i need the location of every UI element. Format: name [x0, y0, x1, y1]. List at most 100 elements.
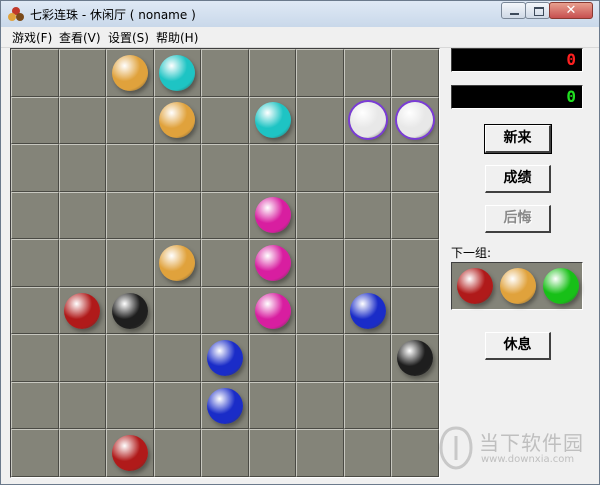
watermark-url: www.downxia.com — [481, 454, 575, 465]
board-cell[interactable] — [391, 144, 439, 192]
board-cell[interactable] — [153, 144, 202, 192]
ball-blue[interactable] — [207, 340, 243, 377]
board-cell[interactable] — [296, 144, 344, 192]
board-cell[interactable] — [201, 286, 249, 335]
board-cell[interactable] — [106, 96, 154, 145]
board-cell[interactable] — [391, 239, 439, 287]
ball-black[interactable] — [111, 292, 148, 329]
board-cell[interactable] — [106, 239, 154, 287]
board-cell[interactable] — [106, 381, 154, 430]
board-cell[interactable] — [343, 49, 392, 97]
board-cell[interactable] — [296, 429, 344, 477]
board-cell[interactable] — [106, 334, 154, 382]
ball-orange[interactable] — [111, 54, 148, 91]
board-cell[interactable] — [58, 49, 107, 97]
ball-red[interactable] — [64, 292, 101, 329]
board-cell[interactable] — [11, 334, 59, 382]
ball-magenta[interactable] — [254, 292, 291, 329]
board-cell[interactable] — [343, 381, 392, 430]
minimize-button[interactable] — [501, 2, 526, 19]
board-cell[interactable] — [11, 286, 59, 335]
undo-button[interactable]: 后悔 — [485, 205, 551, 233]
board-cell[interactable] — [296, 49, 344, 97]
game-board[interactable] — [10, 48, 440, 478]
board-cell[interactable] — [391, 191, 439, 240]
board-cell[interactable] — [296, 96, 344, 145]
board-cell[interactable] — [201, 49, 249, 97]
board-cell[interactable] — [58, 239, 107, 287]
board-cell[interactable] — [391, 429, 439, 477]
board-cell[interactable] — [343, 429, 392, 477]
maximize-button[interactable] — [525, 2, 550, 19]
board-cell[interactable] — [296, 286, 344, 335]
board-cell[interactable] — [248, 429, 297, 477]
board-cell[interactable] — [248, 381, 297, 430]
board-cell[interactable] — [343, 144, 392, 192]
new-game-button[interactable]: 新来 — [484, 124, 552, 154]
watermark-logo-icon — [439, 426, 473, 470]
window-title: 七彩连珠 - 休闲厅 ( noname ) — [30, 8, 196, 22]
ball-magenta[interactable] — [254, 245, 291, 281]
board-cell[interactable] — [343, 239, 392, 287]
board-cell[interactable] — [201, 96, 249, 145]
board-cell[interactable] — [248, 334, 297, 382]
board-cell[interactable] — [153, 381, 202, 430]
board-cell[interactable] — [296, 191, 344, 240]
high-score-display: 0 — [451, 48, 583, 72]
board-cell[interactable] — [391, 286, 439, 335]
board-cell[interactable] — [11, 49, 59, 97]
board-cell[interactable] — [153, 429, 202, 477]
board-cell[interactable] — [248, 49, 297, 97]
side-panel: 0 0 新来 成绩 后悔 下一组: 休息 — [446, 48, 591, 476]
board-cell[interactable] — [11, 144, 59, 192]
board-cell[interactable] — [153, 191, 202, 240]
board-cell[interactable] — [201, 144, 249, 192]
board-cell[interactable] — [296, 239, 344, 287]
board-cell[interactable] — [391, 381, 439, 430]
next-group-preview — [451, 262, 583, 310]
board-cell[interactable] — [391, 49, 439, 97]
board-cell[interactable] — [11, 429, 59, 477]
board-cell[interactable] — [153, 334, 202, 382]
board-cell[interactable] — [296, 334, 344, 382]
board-cell[interactable] — [343, 191, 392, 240]
menu-help[interactable]: 帮助(H) — [156, 29, 198, 46]
close-button[interactable]: ✕ — [549, 2, 593, 19]
score-button[interactable]: 成绩 — [485, 165, 551, 193]
ball-cyan[interactable] — [254, 102, 291, 139]
ball-blue[interactable] — [207, 387, 243, 424]
menu-game[interactable]: 游戏(F) — [12, 29, 52, 46]
board-cell[interactable] — [58, 144, 107, 192]
board-cell[interactable] — [11, 191, 59, 240]
ball-magenta[interactable] — [254, 197, 291, 234]
ball-cyan[interactable] — [159, 54, 196, 91]
menu-view[interactable]: 查看(V) — [59, 29, 101, 46]
next-ball-orange — [500, 268, 536, 304]
menu-settings[interactable]: 设置(S) — [108, 29, 149, 46]
board-cell[interactable] — [58, 96, 107, 145]
board-cell[interactable] — [11, 96, 59, 145]
board-cell[interactable] — [296, 381, 344, 430]
board-cell[interactable] — [201, 191, 249, 240]
board-cell[interactable] — [11, 239, 59, 287]
rest-button[interactable]: 休息 — [485, 332, 551, 360]
board-cell[interactable] — [201, 429, 249, 477]
title-bar[interactable]: 七彩连珠 - 休闲厅 ( noname ) ✕ — [1, 1, 599, 27]
ball-red[interactable] — [111, 435, 148, 472]
board-cell[interactable] — [248, 144, 297, 192]
board-cell[interactable] — [343, 334, 392, 382]
board-cell[interactable] — [58, 381, 107, 430]
ball-white[interactable] — [349, 102, 386, 139]
app-icon — [8, 7, 24, 21]
board-cell[interactable] — [58, 334, 107, 382]
board-cell[interactable] — [58, 191, 107, 240]
watermark-title: 当下软件园 — [479, 431, 584, 455]
ball-blue[interactable] — [349, 292, 386, 329]
board-cell[interactable] — [106, 144, 154, 192]
next-ball-red — [457, 268, 493, 304]
board-cell[interactable] — [201, 239, 249, 287]
board-cell[interactable] — [153, 286, 202, 335]
board-cell[interactable] — [58, 429, 107, 477]
board-cell[interactable] — [106, 191, 154, 240]
board-cell[interactable] — [11, 381, 59, 430]
